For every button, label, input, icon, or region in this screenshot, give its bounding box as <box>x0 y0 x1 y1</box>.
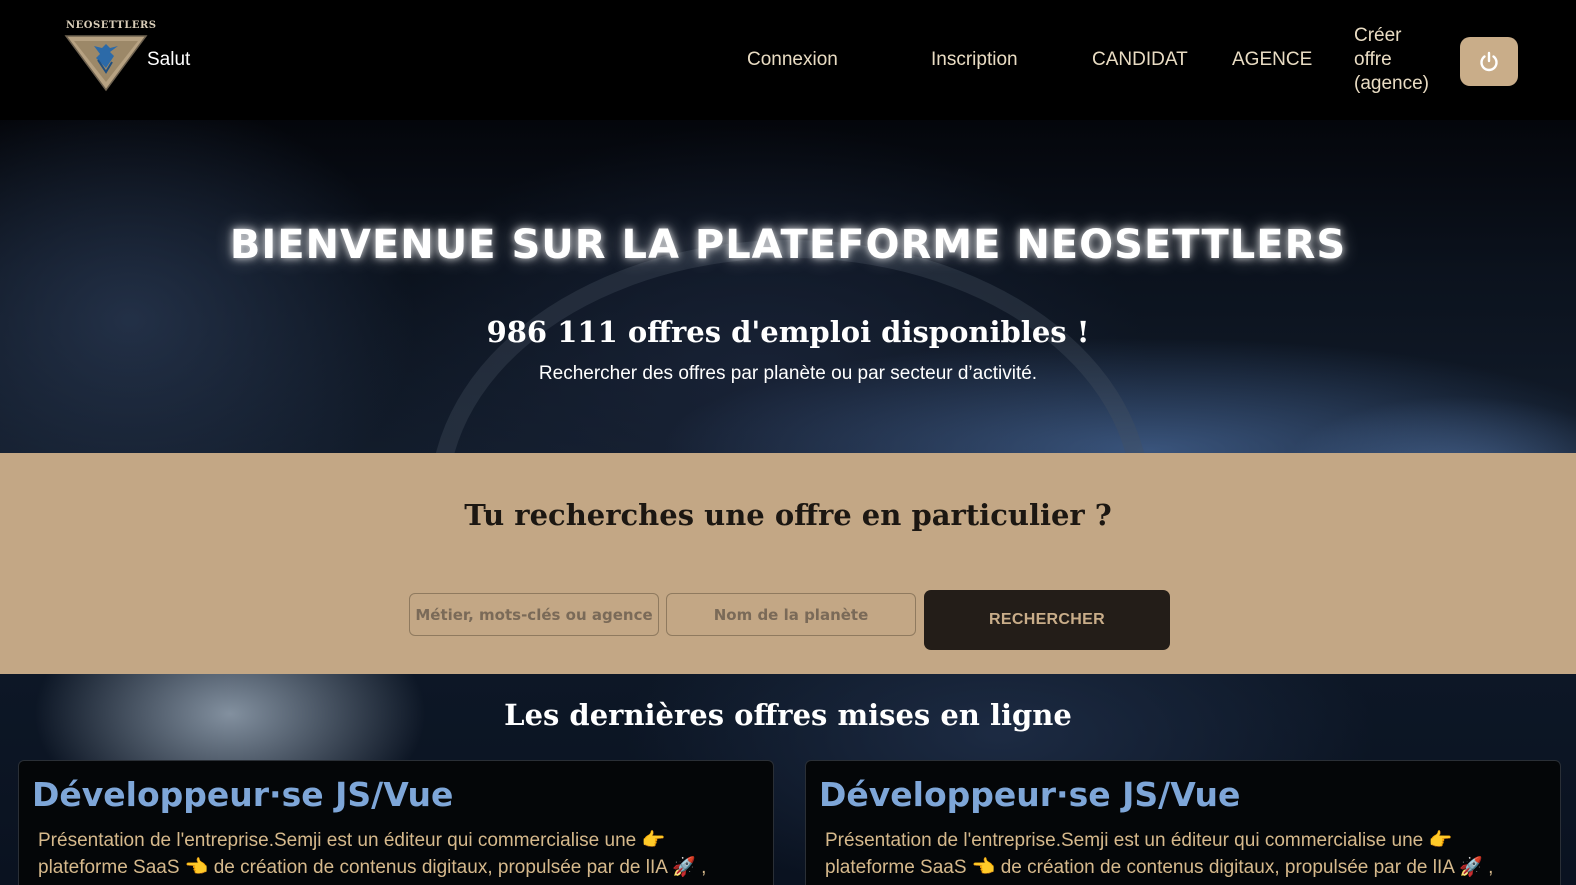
hero-subtitle: Rechercher des offres par planète ou par… <box>538 363 1038 384</box>
keyword-search-input[interactable] <box>409 593 659 636</box>
search-section: Tu recherches une offre en particulier ?… <box>0 453 1576 674</box>
planet-search-input[interactable] <box>666 593 916 636</box>
offer-card-description: Présentation de l'entreprise.Semji est u… <box>825 830 1494 885</box>
neosettlers-logo[interactable]: NEOSETTLERS <box>64 20 157 92</box>
nav-login-link[interactable]: Connexion <box>747 49 838 71</box>
offer-count-text: 986 111 offres d'emploi disponibles ! <box>486 315 1090 349</box>
nav-signup-link[interactable]: Inscription <box>931 49 1018 71</box>
offer-card-title[interactable]: Développeur·se JS/Vue <box>32 775 453 814</box>
hero-section: BIENVENUE SUR LA PLATEFORME NEOSETTLERS … <box>0 120 1576 453</box>
greeting-text: Salut <box>147 49 191 70</box>
logo-text: NEOSETTLERS <box>66 20 157 31</box>
offer-card[interactable]: Développeur·se JS/Vue Présentation de l'… <box>805 760 1561 885</box>
site-header: NEOSETTLERS Salut Connexion Inscription … <box>0 0 1576 120</box>
search-button[interactable]: RECHERCHER <box>924 590 1170 650</box>
offer-card-title[interactable]: Développeur·se JS/Vue <box>819 775 1240 814</box>
search-title: Tu recherches une offre en particulier ? <box>464 498 1112 532</box>
power-icon <box>1480 51 1498 71</box>
offer-card-description: Présentation de l'entreprise.Semji est u… <box>38 830 707 885</box>
nav-candidate-link[interactable]: CANDIDAT <box>1092 49 1188 71</box>
logout-button[interactable] <box>1460 37 1518 86</box>
nav-agency-link[interactable]: AGENCE <box>1232 49 1312 71</box>
logo-triangle-icon <box>64 35 148 92</box>
nav-create-offer-link[interactable]: Créer offre (agence) <box>1354 24 1440 96</box>
latest-offers-section: Les dernières offres mises en ligne Déve… <box>0 674 1576 885</box>
latest-offers-title: Les dernières offres mises en ligne <box>504 698 1072 732</box>
hero-title: BIENVENUE SUR LA PLATEFORME NEOSETTLERS <box>229 222 1347 268</box>
offer-card[interactable]: Développeur·se JS/Vue Présentation de l'… <box>18 760 774 885</box>
